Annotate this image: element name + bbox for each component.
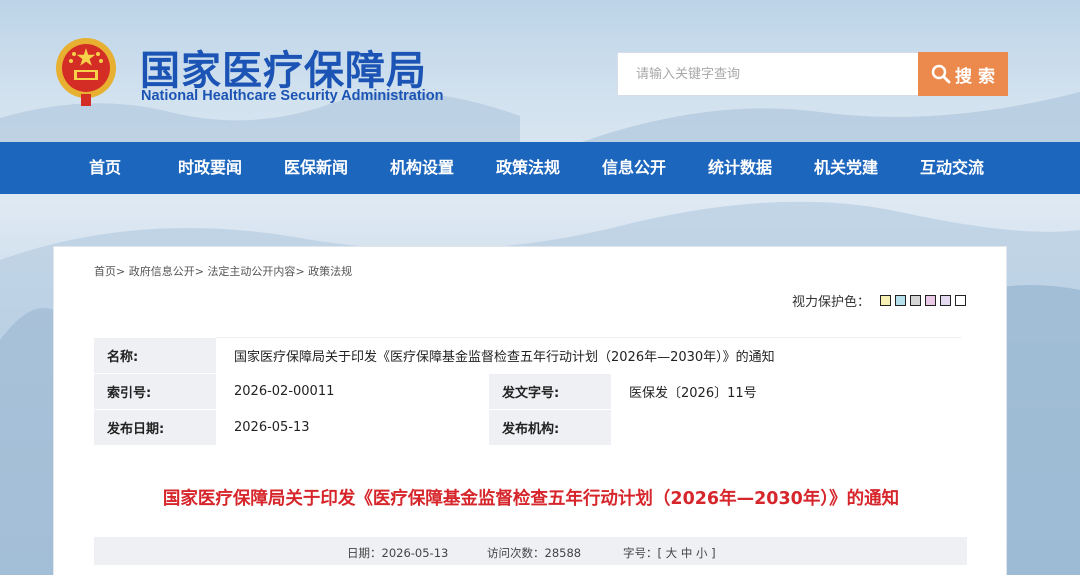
search-input[interactable] [618,53,919,95]
breadcrumb-home[interactable]: 首页 [94,265,116,278]
eye-protection-color-picker: 视力保护色： [792,291,966,310]
date-label: 日期： [347,546,382,560]
font-size-medium-button[interactable]: 中 [681,546,693,560]
article-info-bar: 日期：2026-05-13 访问次数：28588 字号：[ 大 中 小 ] [94,537,967,565]
publisher-label: 发布机构: [489,409,611,446]
site-subtitle: National Healthcare Security Administrat… [141,88,444,104]
table-row: 发布日期: 2026-05-13 发布机构: [94,409,962,446]
nav-item-organization[interactable]: 机构设置 [390,142,454,194]
nav-item-home[interactable]: 首页 [89,142,121,194]
visits-label: 访问次数： [487,546,545,560]
nav-item-policy[interactable]: 政策法规 [496,142,560,194]
visits-value: 28588 [544,546,582,560]
color-swatch-lavender[interactable] [940,295,951,306]
font-size-control: 字号：[ 大 中 小 ] [623,545,716,561]
color-swatch-blue[interactable] [895,295,906,306]
publish-date-label: 发布日期: [94,409,216,446]
breadcrumb-active-disclosure[interactable]: 法定主动公开内容 [207,265,295,278]
main-nav: 首页 时政要闻 医保新闻 机构设置 政策法规 信息公开 统计数据 机关党建 互动… [0,142,1080,194]
national-emblem-icon [56,38,116,106]
breadcrumb: 首页> 政府信息公开> 法定主动公开内容> 政策法规 [94,265,353,278]
publish-date-value: 2026-05-13 [216,409,489,446]
nav-item-interaction[interactable]: 互动交流 [920,142,984,194]
content-panel: 首页> 政府信息公开> 法定主动公开内容> 政策法规 视力保护色： 名称: 国家… [53,246,1007,575]
color-swatch-gray[interactable] [910,295,921,306]
font-size-close-bracket: ] [711,546,716,560]
nav-item-healthcare-news[interactable]: 医保新闻 [284,142,348,194]
font-size-small-button[interactable]: 小 [696,546,708,560]
nav-item-news[interactable]: 时政要闻 [178,142,242,194]
table-row: 名称: 国家医疗保障局关于印发《医疗保障基金监督检查五年行动计划（2026年—2… [94,337,962,374]
breadcrumb-policy[interactable]: 政策法规 [308,265,352,278]
article-date: 日期：2026-05-13 [347,545,448,561]
search-button-label: 搜 索 [955,66,995,87]
search-button[interactable]: 搜 索 [918,52,1008,96]
nav-item-disclosure[interactable]: 信息公开 [602,142,666,194]
document-meta-table: 名称: 国家医疗保障局关于印发《医疗保障基金监督检查五年行动计划（2026年—2… [94,337,962,446]
font-size-label: 字号：[ [623,546,662,560]
date-value: 2026-05-13 [381,546,449,560]
search-icon [931,64,951,84]
nav-item-party[interactable]: 机关党建 [814,142,878,194]
font-size-large-button[interactable]: 大 [666,546,678,560]
eye-protection-label: 视力保护色： [791,295,870,310]
table-row: 索引号: 2026-02-00011 发文字号: 医保发〔2026〕11号 [94,373,962,410]
search-box [617,52,919,96]
name-label: 名称: [94,337,216,374]
index-value: 2026-02-00011 [216,373,489,410]
nav-item-statistics[interactable]: 统计数据 [708,142,772,194]
publisher-value [611,409,962,446]
color-swatch-white[interactable] [955,295,966,306]
doc-number-label: 发文字号: [489,373,611,410]
index-label: 索引号: [94,373,216,410]
visit-count: 访问次数：28588 [487,545,581,561]
site-header: 国家医疗保障局 National Healthcare Security Adm… [0,0,1080,142]
name-value: 国家医疗保障局关于印发《医疗保障基金监督检查五年行动计划（2026年—2030年… [216,337,962,374]
doc-number-value: 医保发〔2026〕11号 [611,373,962,410]
color-swatch-yellow[interactable] [880,295,891,306]
color-swatch-pink[interactable] [925,295,936,306]
article-title: 国家医疗保障局关于印发《医疗保障基金监督检查五年行动计划（2026年—2030年… [162,489,900,509]
breadcrumb-disclosure[interactable]: 政府信息公开 [129,265,195,278]
